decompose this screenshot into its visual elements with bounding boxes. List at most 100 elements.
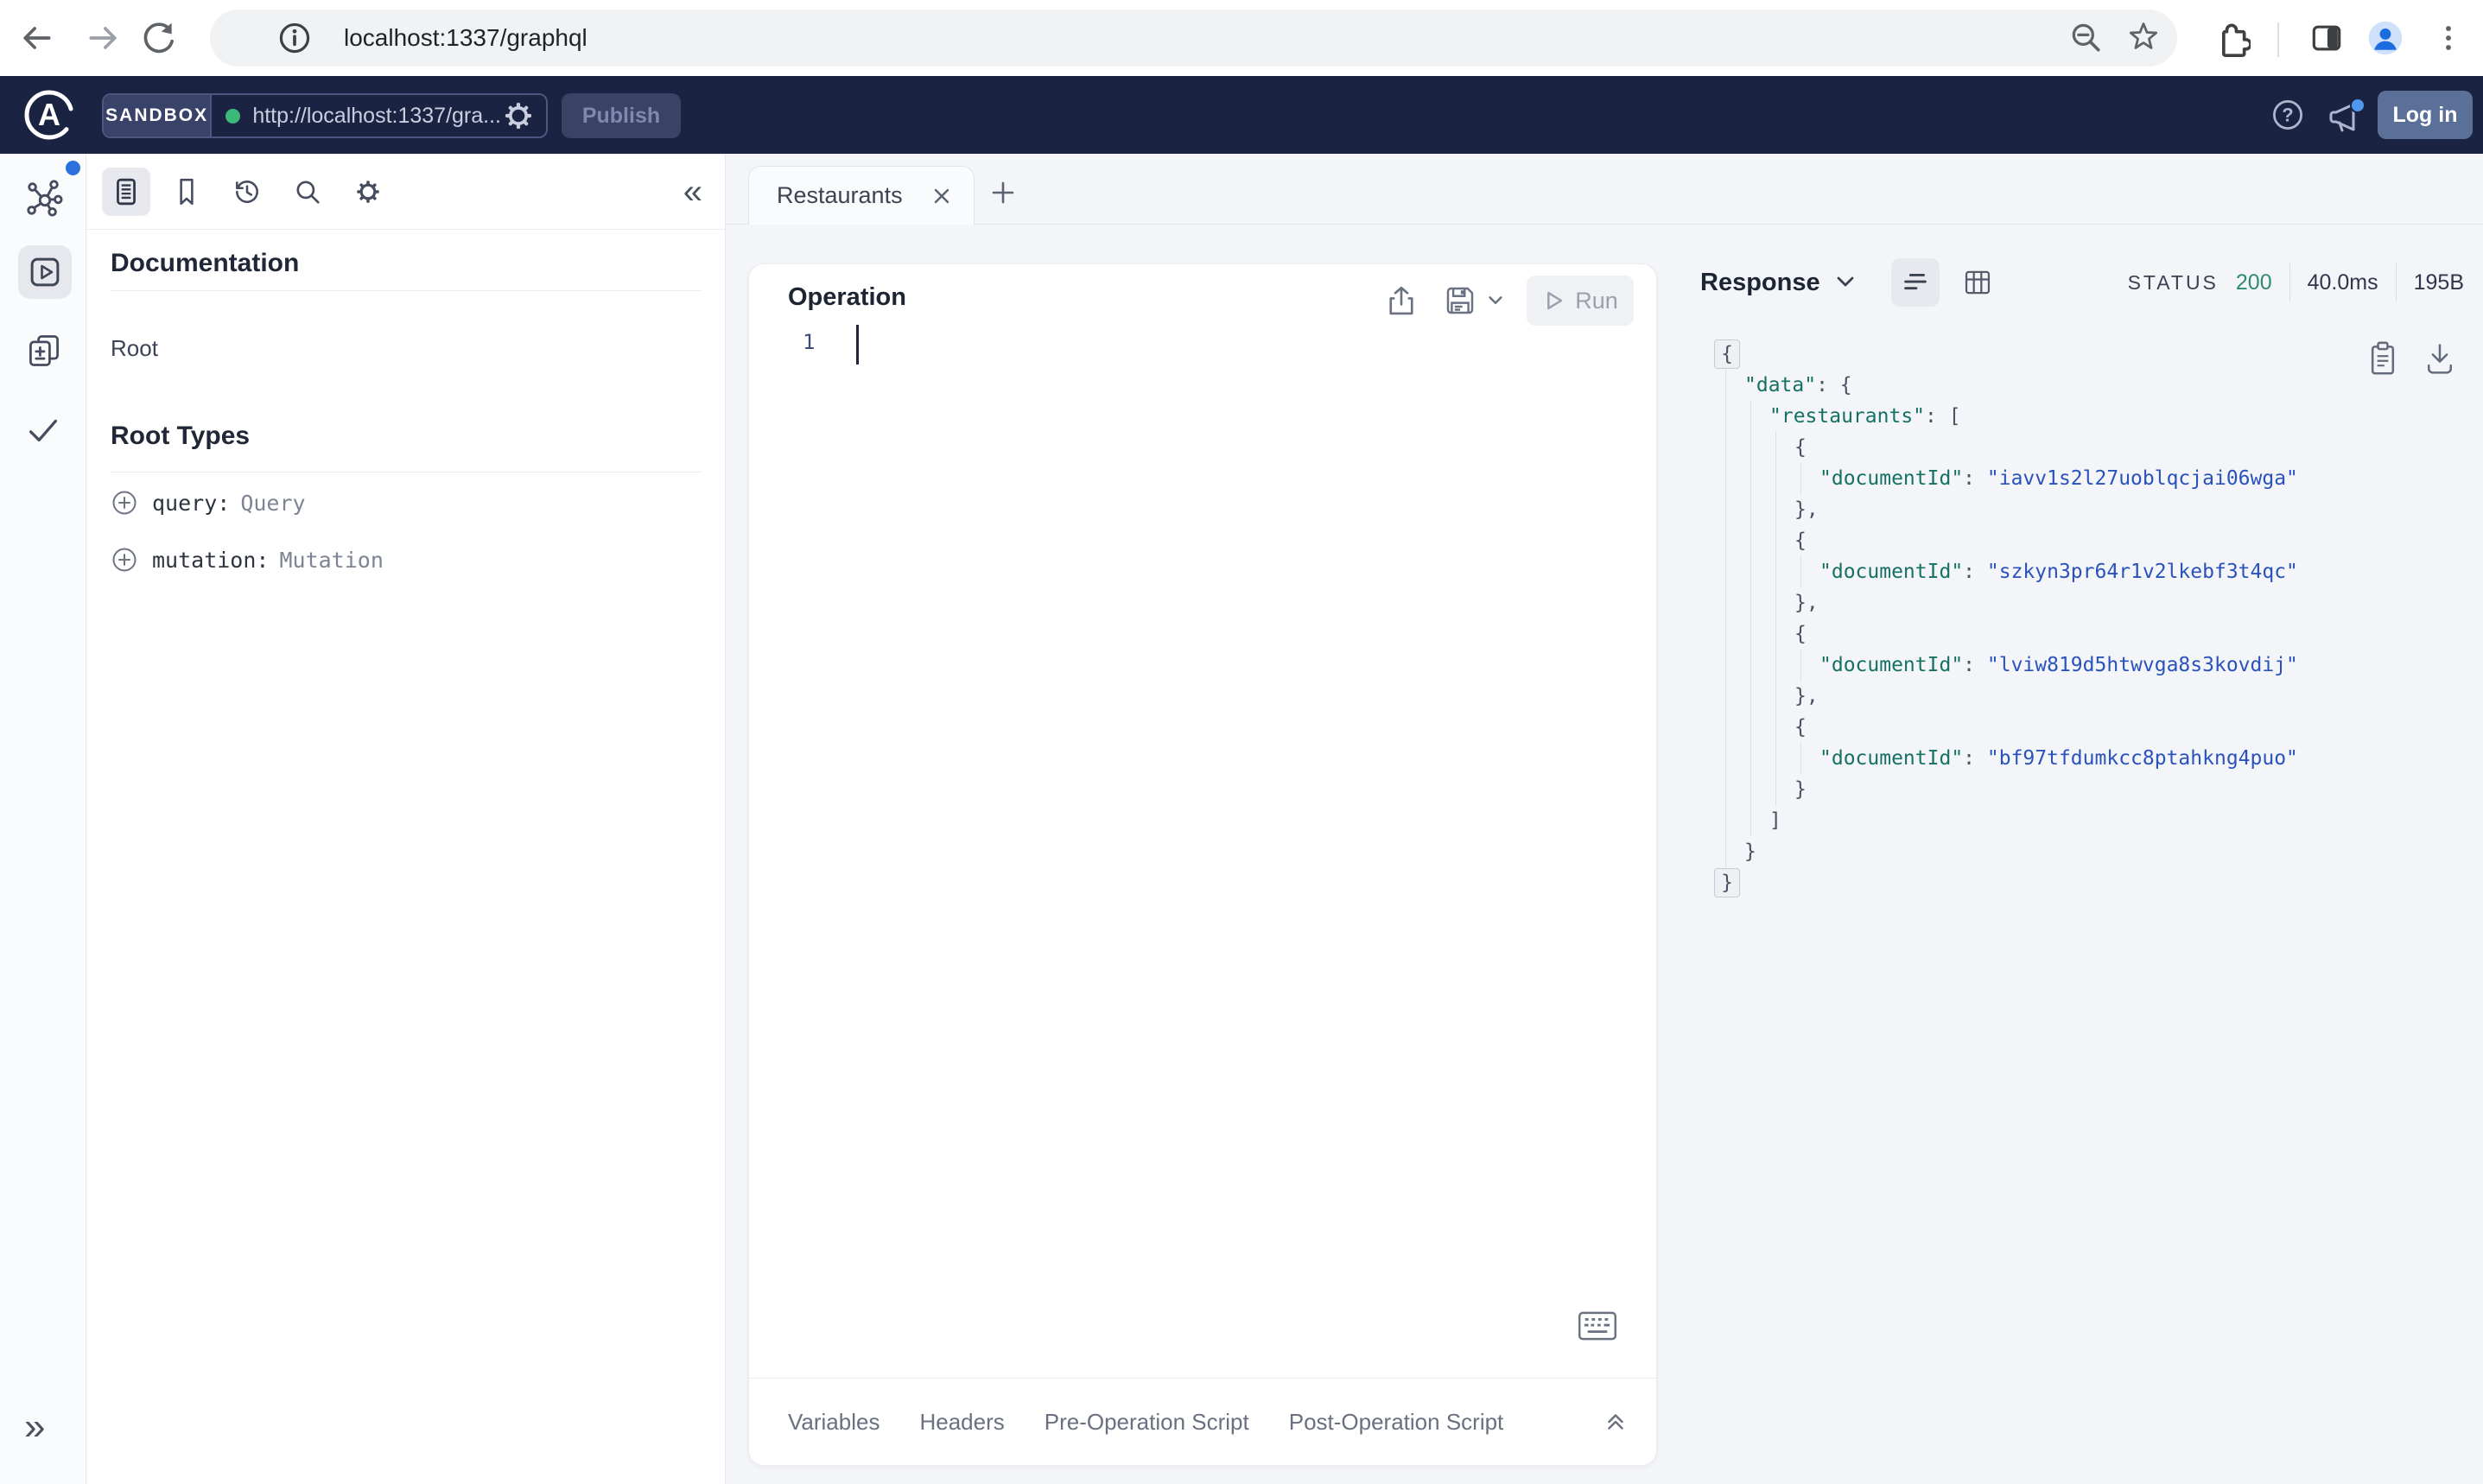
browser-menu-icon[interactable] — [2429, 19, 2467, 57]
expand-bottom-panel-icon[interactable] — [1603, 1409, 1629, 1435]
docs-root-item[interactable]: Root — [111, 335, 158, 362]
tab-restaurants[interactable]: Restaurants — [748, 166, 975, 225]
keyboard-shortcuts-icon[interactable] — [1578, 1311, 1617, 1341]
response-duration: 40.0ms — [2307, 270, 2378, 295]
response-view-raw[interactable] — [1890, 258, 1940, 307]
editor-line-number: 1 — [803, 330, 816, 354]
rail-notification-dot — [66, 161, 80, 175]
docs-tab-settings[interactable] — [344, 168, 392, 216]
expand-rail-icon[interactable]: » — [24, 1408, 45, 1446]
operation-panel: Operation Run 1 Variables Headers Pre-Op… — [748, 263, 1657, 1466]
collapse-docs-icon[interactable]: « — [683, 174, 702, 209]
apollo-logo-letter: A — [38, 97, 60, 132]
response-json-line: }, — [1714, 587, 2462, 618]
type-name-label[interactable]: Query — [240, 491, 305, 516]
rail-item-explorer[interactable] — [18, 245, 72, 299]
apollo-logo[interactable]: A — [22, 88, 76, 142]
response-view-table[interactable] — [1953, 258, 2002, 307]
zoom-out-icon[interactable] — [2067, 19, 2105, 57]
operation-title: Operation — [788, 283, 906, 311]
address-bar[interactable]: localhost:1337/graphql — [210, 10, 2177, 67]
circle-plus-icon[interactable] — [111, 546, 138, 574]
response-json-line: "data": { — [1714, 370, 2462, 401]
save-operation-group[interactable] — [1442, 282, 1504, 319]
response-json-line: { — [1714, 432, 2462, 463]
run-button[interactable]: Run — [1527, 276, 1634, 326]
tab-close-icon[interactable] — [930, 185, 953, 207]
root-type-mutation[interactable]: mutation: Mutation — [111, 542, 384, 577]
documentation-panel: « Documentation Root Root Types query: Q… — [86, 154, 726, 1484]
bottom-tab-pre-operation-script[interactable]: Pre-Operation Script — [1045, 1409, 1249, 1436]
connection-status-dot — [225, 108, 241, 124]
root-type-query[interactable]: query: Query — [111, 485, 306, 520]
save-floppy-icon — [1446, 287, 1474, 314]
type-field-label: mutation: — [152, 547, 270, 573]
response-json-line: ] — [1714, 805, 2462, 836]
forward-icon[interactable] — [85, 19, 123, 57]
url-text: localhost:1337/graphql — [344, 24, 587, 51]
circle-plus-icon[interactable] — [111, 489, 138, 517]
history-clock-icon — [236, 180, 258, 203]
response-json-line: "documentId": "szkyn3pr64r1v2lkebf3t4qc" — [1714, 556, 2462, 587]
rail-item-changelog[interactable] — [25, 332, 63, 370]
type-name-label[interactable]: Mutation — [279, 548, 383, 573]
bottom-tab-headers[interactable]: Headers — [919, 1409, 1004, 1436]
response-json-line: } — [1714, 774, 2462, 805]
schema-graph-icon[interactable] — [24, 178, 64, 218]
docs-title: Documentation — [111, 249, 300, 277]
site-info-icon[interactable] — [276, 19, 314, 57]
sandbox-badge: SANDBOX — [104, 95, 213, 136]
response-json[interactable]: {"data": {"restaurants": [{"documentId":… — [1714, 339, 2462, 1484]
share-operation-icon[interactable] — [1383, 282, 1419, 319]
docs-tab-saved[interactable] — [162, 168, 211, 216]
bottom-tab-post-operation-script[interactable]: Post-Operation Script — [1289, 1409, 1504, 1436]
docs-tab-documentation[interactable] — [102, 167, 150, 216]
fold-marker: { — [1714, 339, 1740, 369]
editor-cursor[interactable] — [856, 325, 859, 365]
bookmark-icon — [180, 178, 194, 205]
explorer-play-square-icon — [30, 257, 60, 287]
response-json-line: } — [1714, 867, 2462, 898]
profile-avatar[interactable] — [2366, 19, 2404, 57]
new-tab-icon[interactable] — [988, 178, 1018, 207]
tab-label: Restaurants — [777, 182, 903, 208]
endpoint-url[interactable]: http://localhost:1337/gra... — [252, 104, 501, 129]
login-button[interactable]: Log in — [2378, 91, 2473, 139]
reload-icon[interactable] — [140, 19, 178, 57]
root-types-title: Root Types — [111, 422, 251, 450]
extensions-icon[interactable] — [2213, 19, 2251, 57]
response-json-line: { — [1714, 525, 2462, 556]
response-json-line: { — [1714, 712, 2462, 743]
announcements-megaphone-icon[interactable] — [2326, 96, 2367, 137]
docs-toolbar: « — [86, 154, 725, 230]
back-icon[interactable] — [17, 19, 55, 57]
fold-marker: } — [1714, 868, 1740, 897]
gear-icon — [357, 180, 379, 203]
text-lines-icon — [1903, 274, 1927, 290]
docs-tab-history[interactable] — [223, 168, 271, 216]
side-panel-icon[interactable] — [2308, 19, 2346, 57]
docs-tab-search[interactable] — [283, 168, 332, 216]
response-json-line: }, — [1714, 681, 2462, 712]
status-code: 200 — [2235, 270, 2272, 295]
publish-button[interactable]: Publish — [562, 93, 681, 138]
run-label: Run — [1575, 287, 1618, 314]
response-title: Response — [1700, 268, 1820, 296]
response-json-line: } — [1714, 836, 2462, 867]
endpoint-settings-gear-icon[interactable] — [501, 98, 536, 133]
search-icon — [296, 181, 320, 204]
bookmark-star-icon[interactable] — [2124, 19, 2162, 57]
help-icon[interactable]: ? — [2269, 96, 2307, 134]
endpoint-control[interactable]: SANDBOX http://localhost:1337/gra... — [102, 93, 548, 138]
divider — [111, 290, 701, 291]
play-icon — [1547, 291, 1563, 310]
response-json-line: "documentId": "iavv1s2l27uoblqcjai06wga" — [1714, 463, 2462, 494]
document-list-icon — [117, 178, 136, 205]
checkmark-icon — [29, 419, 58, 442]
response-json-line: "documentId": "lviw819d5htwvga8s3kovdij" — [1714, 650, 2462, 681]
rail-item-checks[interactable] — [23, 409, 63, 449]
browser-chrome: localhost:1337/graphql — [0, 0, 2483, 76]
response-menu-chevron-icon[interactable] — [1834, 271, 1857, 294]
response-panel: Response STATUS 200 40.0ms 195B {"data"… — [1663, 225, 2483, 1484]
bottom-tab-variables[interactable]: Variables — [788, 1409, 880, 1436]
